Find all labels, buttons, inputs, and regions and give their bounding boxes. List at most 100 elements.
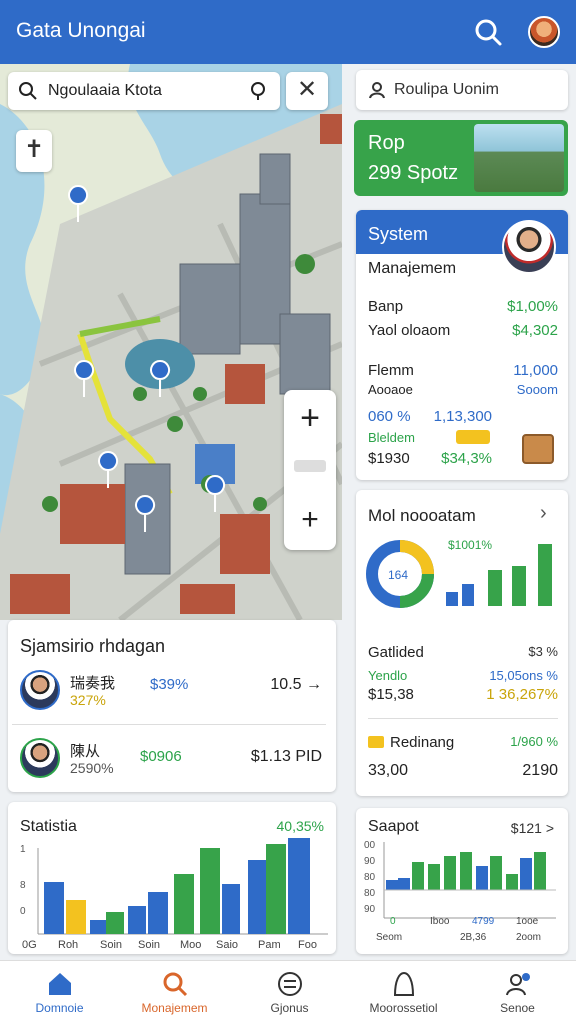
nav-profile[interactable]: Moorossetiol [346, 961, 461, 1024]
bottom-navigation: Domnoie Monajemem Gjonus Moorossetiol Se… [0, 960, 576, 1024]
bar [266, 844, 286, 934]
close-button[interactable]: ✕ [286, 72, 328, 110]
bar [200, 848, 220, 934]
donut-label: 164 [388, 568, 409, 582]
search-icon [19, 82, 37, 100]
grid-icon [278, 972, 302, 996]
bar [490, 856, 502, 890]
location-pin-icon[interactable] [248, 81, 268, 101]
side-search-bar[interactable]: Roulipa Uonim [356, 70, 568, 110]
compass-icon[interactable]: ✝ [16, 130, 52, 172]
snapshot-chart: 00 90 80 80 90 0 Iboo 4799 1ooe Seom 2B,… [364, 840, 556, 943]
y-tick: 0 [20, 906, 26, 917]
statistics-title: Statistia [20, 818, 77, 835]
statistics-card: Statistia 40,35% 1 8 0 0G Roh Soin Soin … [8, 802, 336, 954]
y-tick: 00 [364, 840, 376, 851]
bar [444, 856, 456, 890]
bar [174, 874, 194, 934]
map-search-input[interactable]: Ngoulaaia Ktota [48, 82, 162, 100]
x-tick: Roh [58, 939, 78, 951]
y-tick: 80 [364, 872, 376, 883]
y-tick: 80 [364, 888, 376, 899]
profile-icon [393, 971, 415, 996]
x-tick: Soin [100, 939, 122, 951]
bar [476, 866, 488, 890]
x-tick: Pam [258, 939, 281, 951]
manager-photo [502, 220, 556, 274]
bar [506, 874, 518, 890]
bar [520, 858, 532, 890]
metric-card: Mol noooatam › 164 $1001% Gatlided $3 % … [356, 490, 568, 796]
list-item[interactable]: 瑞奏我 327% $39% 10.5 → [20, 670, 330, 720]
people-title: Sjamsirio rhdagan [20, 636, 166, 656]
map-search-bar[interactable]: Ngoulaaia Ktota [8, 72, 280, 110]
snapshot-title: Saapot [368, 818, 419, 835]
bar [534, 852, 546, 890]
metric-title: Mol noooatam [368, 506, 476, 525]
nav-services[interactable]: Gjonus [232, 961, 347, 1024]
zoom-out-button[interactable]: + [284, 498, 336, 542]
x-tick: 0G [22, 939, 37, 951]
bar [288, 838, 310, 934]
tag-icon [368, 736, 384, 748]
system-subtitle: Manajemem [368, 260, 457, 277]
x-tick: 4799 [472, 916, 495, 927]
bar [148, 892, 168, 934]
x-sublabel: 2oom [516, 932, 541, 943]
search-icon [163, 972, 188, 997]
nav-settings[interactable]: Senoe [460, 961, 575, 1024]
promo-subtitle: 299 Spotz [368, 162, 459, 184]
bar [248, 860, 268, 934]
x-tick: Foo [298, 939, 317, 951]
divider [368, 718, 558, 719]
home-icon [49, 973, 71, 995]
bar [44, 882, 64, 934]
x-tick: 0 [390, 916, 396, 927]
avatar [20, 670, 60, 710]
app-title: Gata Unongai [16, 19, 146, 42]
x-tick: Soin [138, 939, 160, 951]
avatar [20, 738, 60, 778]
zoom-in-button[interactable]: + [284, 396, 336, 440]
bar [128, 906, 146, 934]
top-app-bar: Gata Unongai [0, 0, 576, 64]
snapshot-card: Saapot $121 > 00 90 80 80 90 0 Iboo 4799… [356, 808, 568, 954]
search-icon[interactable] [470, 14, 506, 50]
box-icon[interactable] [522, 434, 554, 464]
bar [90, 920, 106, 934]
bar [398, 878, 410, 890]
nav-management[interactable]: Monajemem [117, 961, 232, 1024]
donut-caption: $1001% [448, 538, 493, 552]
bar [66, 900, 86, 934]
x-tick: Saio [216, 939, 238, 951]
x-sublabel: Seom [376, 932, 402, 943]
side-search-input[interactable]: Roulipa Uonim [394, 81, 499, 99]
chevron-right-icon[interactable]: › [540, 502, 547, 525]
person-icon [369, 82, 385, 99]
bar [386, 880, 398, 890]
x-tick: 1ooe [516, 916, 539, 927]
promo-title: Rop [368, 132, 405, 154]
statistics-chart: 1 8 0 0G Roh Soin Soin Moo Saio Pam Foo [20, 838, 328, 951]
bar [428, 864, 440, 890]
status-badge [456, 430, 490, 444]
snapshot-link[interactable]: $121 > [511, 820, 554, 836]
x-sublabel: 2B,36 [460, 932, 487, 943]
bar [106, 912, 124, 934]
y-tick: 90 [364, 856, 376, 867]
divider [12, 724, 326, 725]
nav-home[interactable]: Domnoie [2, 961, 117, 1024]
x-tick: Moo [180, 939, 201, 951]
list-item[interactable]: 陳从 2590% $0906 $1.13 PID [20, 738, 330, 788]
y-tick: 90 [364, 904, 376, 915]
bar [222, 884, 240, 934]
avatar[interactable] [528, 16, 560, 48]
statistics-value: 40,35% [276, 818, 324, 834]
zoom-control: + + [284, 390, 336, 550]
zoom-level-bar[interactable] [294, 460, 326, 472]
people-card: Sjamsirio rhdagan 瑞奏我 327% $39% 10.5 → 陳… [8, 620, 336, 792]
y-tick: 8 [20, 880, 26, 891]
y-tick: 1 [20, 844, 26, 855]
settings-icon [506, 973, 530, 996]
promo-banner[interactable]: Rop 299 Spotz [354, 120, 568, 196]
